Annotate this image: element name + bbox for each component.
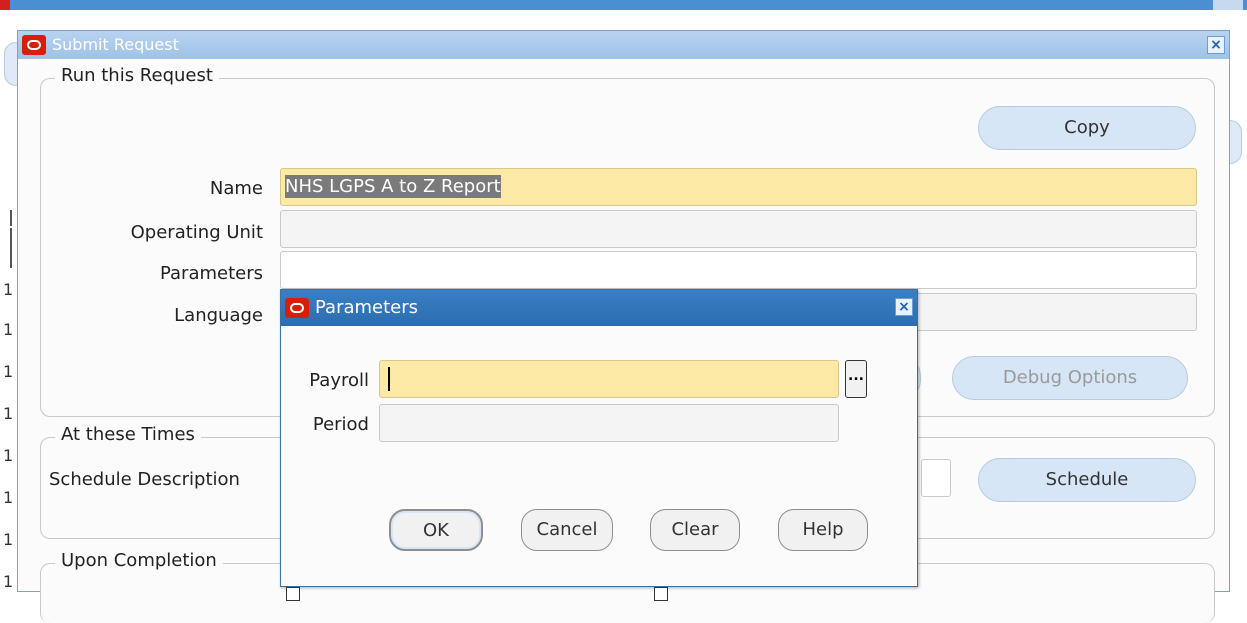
background-row-number: 1 — [3, 446, 14, 465]
parameters-field[interactable] — [280, 251, 1197, 289]
copy-button[interactable]: Copy — [978, 106, 1196, 150]
close-icon[interactable]: × — [1207, 36, 1225, 54]
background-row-number: 1 — [3, 404, 14, 423]
clear-button[interactable]: Clear — [650, 509, 740, 551]
background-row-number: 1 — [3, 320, 14, 339]
background-row-number: 1 — [3, 280, 14, 299]
parameters-modal: Parameters × Payroll ... Period OK Cance… — [280, 289, 918, 587]
payroll-field[interactable] — [379, 360, 839, 398]
cancel-button[interactable]: Cancel — [521, 509, 613, 551]
background-window-control[interactable] — [1213, 0, 1243, 10]
period-field[interactable] — [379, 404, 839, 442]
help-button[interactable]: Help — [778, 509, 868, 551]
ellipsis-icon[interactable]: ... — [845, 360, 867, 398]
text-cursor — [388, 367, 390, 391]
payroll-label: Payroll — [309, 370, 369, 391]
background-separator — [10, 210, 12, 226]
name-label: Name — [209, 178, 263, 199]
language-label: Language — [174, 305, 263, 326]
modal-title: Parameters — [315, 297, 419, 318]
schedule-group-label: At these Times — [55, 424, 201, 445]
completion-checkbox[interactable] — [654, 587, 668, 601]
dialog-titlebar[interactable]: Submit Request × — [18, 31, 1229, 59]
background-row-number: 1 — [3, 572, 14, 591]
ok-button[interactable]: OK — [389, 509, 483, 551]
run-request-group-label: Run this Request — [55, 65, 219, 86]
background-row-number: 1 — [3, 488, 14, 507]
schedule-description-field[interactable] — [921, 459, 951, 497]
background-separator — [10, 228, 12, 268]
oracle-logo-icon — [285, 298, 309, 318]
close-icon[interactable]: × — [895, 298, 913, 316]
oracle-logo-icon — [22, 35, 46, 55]
name-value: NHS LGPS A to Z Report — [285, 175, 501, 198]
schedule-button[interactable]: Schedule — [978, 458, 1196, 502]
background-left-tab[interactable] — [4, 42, 18, 86]
name-field[interactable]: NHS LGPS A to Z Report — [280, 168, 1197, 206]
completion-checkbox[interactable] — [286, 587, 300, 601]
operating-unit-field[interactable] — [280, 210, 1197, 248]
schedule-description-label: Schedule Description — [49, 469, 240, 490]
background-app-icon — [0, 0, 10, 10]
period-label: Period — [312, 414, 369, 435]
parameters-label: Parameters — [159, 263, 263, 284]
completion-group-label: Upon Completion — [55, 550, 223, 571]
background-titlebar — [0, 0, 1247, 10]
operating-unit-label: Operating Unit — [130, 222, 263, 243]
modal-titlebar[interactable]: Parameters × — [281, 290, 917, 326]
debug-options-button[interactable]: Debug Options — [952, 356, 1188, 400]
background-row-number: 1 — [3, 362, 14, 381]
dialog-title: Submit Request — [52, 35, 179, 54]
background-row-number: 1 — [3, 530, 14, 549]
